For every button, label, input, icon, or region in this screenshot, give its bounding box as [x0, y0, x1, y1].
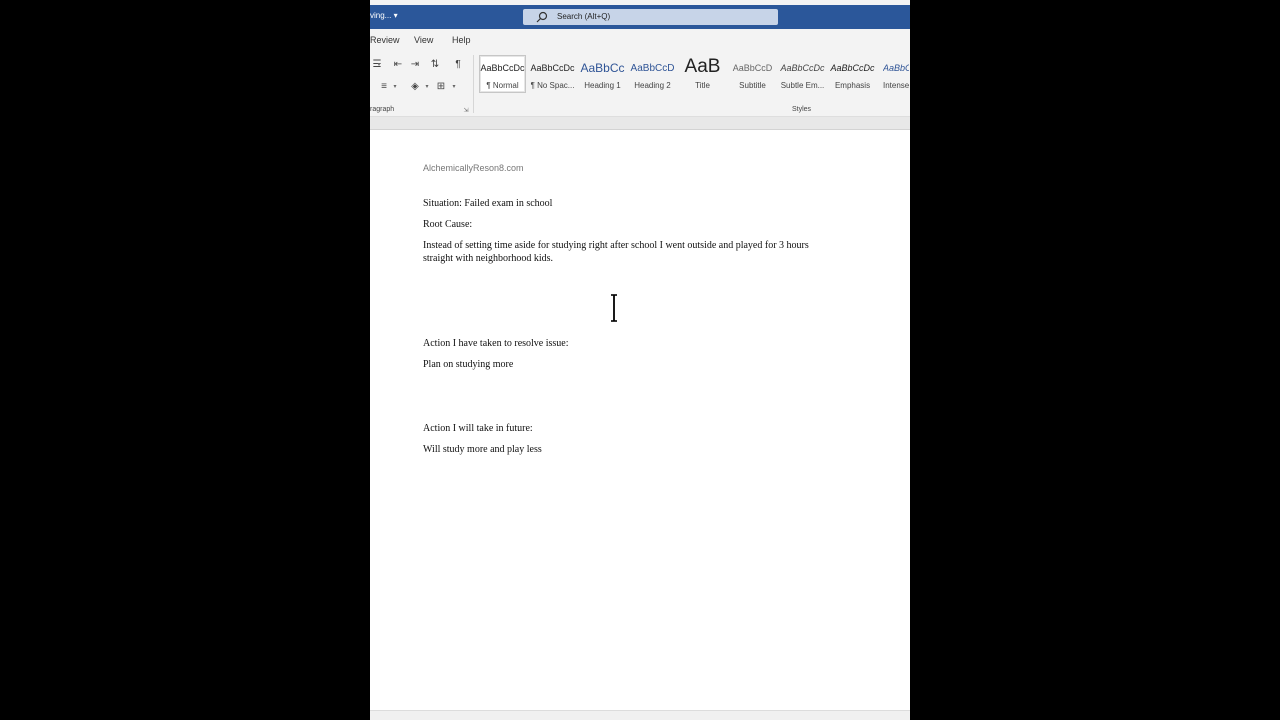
save-status[interactable]: ving... ▾	[370, 11, 398, 20]
style-name: ¶ No Spac...	[530, 81, 575, 90]
action-future-label[interactable]: Action I will take in future:	[423, 422, 533, 435]
chevron-down-icon[interactable]: ▾	[392, 80, 398, 94]
increase-indent-icon[interactable]: ⇥	[408, 58, 422, 72]
search-placeholder: Search (Alt+Q)	[557, 12, 611, 21]
tab-review[interactable]: Review	[370, 35, 400, 45]
style-name: Title	[695, 81, 710, 90]
document-page[interactable]: AlchemicallyReson8.com Situation: Failed…	[370, 130, 910, 710]
style-subtitle[interactable]: AaBbCcD Subtitle	[729, 55, 776, 93]
style-emphasis[interactable]: AaBbCcDc Emphasis	[829, 55, 876, 93]
style-preview: AaBbCcD	[732, 63, 773, 73]
action-taken-text[interactable]: Plan on studying more	[423, 358, 513, 371]
page-header[interactable]: AlchemicallyReson8.com	[423, 163, 524, 173]
style-normal[interactable]: AaBbCcDc ¶ Normal	[479, 55, 526, 93]
sort-icon[interactable]: ⇅	[428, 58, 442, 72]
style-name: Intense	[883, 81, 909, 90]
search-box[interactable]: Search (Alt+Q)	[523, 9, 778, 25]
chevron-down-icon[interactable]: ▾	[451, 80, 457, 94]
style-name: ¶ Normal	[486, 81, 519, 90]
style-heading-1[interactable]: AaBbCc Heading 1	[579, 55, 626, 93]
root-cause-label[interactable]: Root Cause:	[423, 218, 472, 231]
style-name: Subtle Em...	[780, 81, 825, 90]
chevron-down-icon[interactable]: ▾	[424, 80, 430, 94]
style-name: Heading 2	[634, 81, 671, 90]
style-preview: AaBbCc	[580, 61, 625, 75]
dialog-launcher-icon[interactable]: ⇲	[462, 104, 470, 118]
action-future-text[interactable]: Will study more and play less	[423, 443, 542, 456]
ribbon-shadow	[370, 117, 910, 130]
title-bar: ving... ▾ Search (Alt+Q)	[370, 5, 910, 29]
status-bar	[370, 710, 910, 720]
style-intense-emphasis[interactable]: AaBbCc Intense	[879, 55, 910, 93]
decrease-indent-icon[interactable]: ⇤	[391, 58, 405, 72]
borders-icon[interactable]: ⊞	[434, 80, 448, 94]
action-taken-label[interactable]: Action I have taken to resolve issue:	[423, 337, 569, 350]
search-icon	[536, 11, 548, 23]
style-preview: AaBbCc	[883, 63, 909, 73]
style-name: Heading 1	[584, 81, 621, 90]
style-no-spacing[interactable]: AaBbCcDc ¶ No Spac...	[529, 55, 576, 93]
tab-help[interactable]: Help	[452, 35, 471, 45]
line-spacing-icon[interactable]: ≡	[377, 80, 391, 94]
tab-view[interactable]: View	[414, 35, 433, 45]
style-preview: AaBbCcDc	[780, 63, 825, 73]
group-divider	[473, 55, 474, 113]
style-preview: AaBbCcDc	[830, 63, 875, 73]
style-name: Emphasis	[834, 81, 871, 90]
root-cause-line-1[interactable]: Instead of setting time aside for studyi…	[423, 239, 809, 252]
shading-icon[interactable]: ◈	[408, 80, 422, 94]
style-preview: AaBbCcD	[630, 63, 675, 74]
show-paragraph-marks-icon[interactable]: ¶	[451, 58, 465, 72]
root-cause-line-2[interactable]: straight with neighborhood kids.	[423, 252, 553, 265]
paragraph-group-label: ragraph	[370, 106, 395, 113]
style-preview: AaB	[684, 56, 721, 77]
chevron-down-icon[interactable]: ▾	[376, 58, 382, 72]
style-heading-2[interactable]: AaBbCcD Heading 2	[629, 55, 676, 93]
text-cursor-icon	[611, 294, 617, 322]
style-title[interactable]: AaB Title	[679, 55, 726, 93]
style-preview: AaBbCcDc	[530, 63, 575, 73]
styles-group-label: Styles	[792, 106, 812, 113]
situation-text[interactable]: Situation: Failed exam in school	[423, 197, 552, 210]
word-window: ving... ▾ Search (Alt+Q) Review View Hel…	[370, 0, 910, 720]
style-name: Subtitle	[739, 81, 766, 90]
style-preview: AaBbCcDc	[480, 63, 525, 73]
ribbon-tabs: Review View Help	[370, 30, 910, 50]
style-subtle-emphasis[interactable]: AaBbCcDc Subtle Em...	[779, 55, 826, 93]
